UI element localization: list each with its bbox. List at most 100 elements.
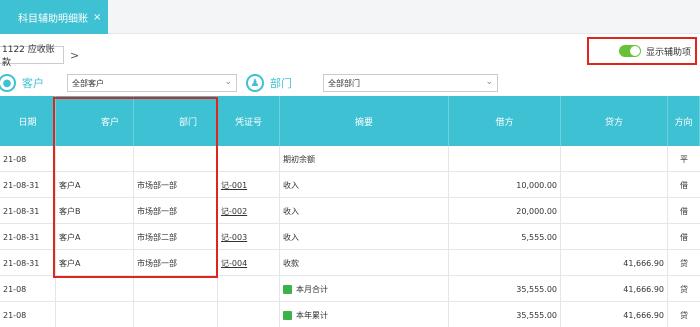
tab-subsidiary-ledger[interactable]: 科目辅助明细账 × — [0, 0, 108, 34]
cell-debit: 10,000.00 — [449, 172, 561, 198]
cell-customer: 客户B — [56, 198, 134, 224]
account-selector[interactable]: 1122 应收账款 — [0, 45, 64, 68]
cell-credit — [561, 224, 668, 250]
cell-date: 21-08-31 — [0, 250, 56, 276]
cell-date: 21-08-31 — [0, 172, 56, 198]
cell-department: 市场部二部 — [134, 224, 218, 250]
voucher-link[interactable]: 记-002 — [221, 206, 247, 217]
cell-date: 21-08 — [0, 302, 56, 327]
col-department[interactable]: 部门 — [134, 96, 218, 146]
cell-summary: 本月合计 — [280, 276, 449, 302]
cell-customer: 客户A — [56, 172, 134, 198]
tab-label: 科目辅助明细账 — [18, 13, 88, 25]
cell-summary: 收入 — [280, 224, 449, 250]
col-direction[interactable]: 方向 — [668, 96, 700, 146]
cell-voucher — [218, 146, 280, 172]
cell-customer: 客户A — [56, 224, 134, 250]
show-auxiliary-toggle[interactable] — [619, 45, 641, 57]
cell-summary: 收款 — [280, 250, 449, 276]
cell-customer: 客户A — [56, 250, 134, 276]
cell-date: 21-08-31 — [0, 198, 56, 224]
cell-customer — [56, 276, 134, 302]
cell-voucher: 记-002 — [218, 198, 280, 224]
cell-direction: 贷 — [680, 258, 688, 268]
col-voucher[interactable]: 凭证号 — [218, 96, 280, 146]
close-icon[interactable]: × — [93, 12, 101, 23]
breadcrumb: 1122 应收账款 > — [0, 45, 79, 68]
col-date[interactable]: 日期 — [0, 96, 56, 146]
department-select-value: 全部部门 — [328, 78, 360, 88]
cell-voucher: 记-004 — [218, 250, 280, 276]
customer-select-value: 全部客户 — [72, 78, 104, 88]
customer-filter: ● 客户 — [0, 72, 44, 94]
cell-debit — [449, 250, 561, 276]
show-auxiliary-toggle-group: 显示辅助项 — [587, 37, 697, 65]
cell-debit: 35,555.00 — [449, 302, 561, 327]
cell-department: 市场部一部 — [134, 172, 218, 198]
table-row[interactable]: 21-08-31 客户A 市场部一部 记-001 收入 10,000.00 借 — [0, 172, 700, 198]
cell-debit: 20,000.00 — [449, 198, 561, 224]
cell-department — [134, 276, 218, 302]
cell-direction: 贷 — [680, 310, 688, 320]
summary-text: 本月合计 — [296, 284, 328, 294]
cell-customer — [56, 146, 134, 172]
cell-voucher — [218, 302, 280, 327]
table-row[interactable]: 21-08-31 客户A 市场部一部 记-004 收款 41,666.90 贷 — [0, 250, 700, 276]
cell-debit: 5,555.00 — [449, 224, 561, 250]
cell-credit: 41,666.90 — [561, 276, 668, 302]
cell-direction: 平 — [680, 154, 688, 164]
cell-summary: 本年累计 — [280, 302, 449, 327]
customer-icon: ● — [0, 74, 16, 92]
table-row[interactable]: 21-08 本年累计 35,555.00 41,666.90 贷 — [0, 302, 700, 327]
col-customer[interactable]: 客户 — [56, 96, 134, 146]
cell-department: 市场部一部 — [134, 250, 218, 276]
cell-summary: 收入 — [280, 198, 449, 224]
cell-voucher — [218, 276, 280, 302]
chevron-down-icon: ⌄ — [224, 77, 232, 87]
tab-bar: 科目辅助明细账 × — [0, 0, 700, 34]
col-credit[interactable]: 贷方 — [561, 96, 668, 146]
cell-summary: 期初余额 — [280, 146, 449, 172]
department-select[interactable]: 全部部门 ⌄ — [323, 74, 498, 92]
ytd-total-icon — [283, 310, 292, 320]
cell-date: 21-08 — [0, 146, 56, 172]
cell-credit: 41,666.90 — [561, 250, 668, 276]
department-filter: ♟ 部门 — [246, 72, 292, 94]
cell-direction: 借 — [680, 180, 688, 190]
department-icon: ♟ — [246, 74, 264, 92]
cell-debit: 35,555.00 — [449, 276, 561, 302]
cell-debit — [449, 146, 561, 172]
cell-credit — [561, 146, 668, 172]
cell-summary: 收入 — [280, 172, 449, 198]
cell-customer — [56, 302, 134, 327]
cell-credit: 41,666.90 — [561, 302, 668, 327]
account-label: 1122 应收账款 — [2, 45, 55, 68]
table-row[interactable]: 21-08-31 客户B 市场部一部 记-002 收入 20,000.00 借 — [0, 198, 700, 224]
chevron-right-icon[interactable]: > — [70, 49, 79, 62]
cell-department: 市场部一部 — [134, 198, 218, 224]
chevron-down-icon: ⌄ — [485, 77, 493, 87]
toggle-label: 显示辅助项 — [646, 47, 692, 58]
cell-credit — [561, 172, 668, 198]
table-row[interactable]: 21-08 本月合计 35,555.00 41,666.90 贷 — [0, 276, 700, 302]
cell-voucher: 记-003 — [218, 224, 280, 250]
table-header: 日期 客户 部门 凭证号 摘要 借方 贷方 方向 — [0, 96, 700, 146]
customer-filter-label: 客户 — [22, 77, 44, 90]
cell-direction: 借 — [680, 206, 688, 216]
cell-direction: 贷 — [680, 284, 688, 294]
cell-direction: 借 — [680, 232, 688, 242]
voucher-link[interactable]: 记-004 — [221, 258, 247, 269]
col-debit[interactable]: 借方 — [449, 96, 561, 146]
cell-date: 21-08-31 — [0, 224, 56, 250]
voucher-link[interactable]: 记-001 — [221, 180, 247, 191]
customer-select[interactable]: 全部客户 ⌄ — [67, 74, 237, 92]
cell-department — [134, 146, 218, 172]
col-summary[interactable]: 摘要 — [280, 96, 449, 146]
subtotal-icon — [283, 284, 292, 294]
cell-voucher: 记-001 — [218, 172, 280, 198]
table-row[interactable]: 21-08 期初余额 平 — [0, 146, 700, 172]
department-filter-label: 部门 — [270, 77, 292, 90]
table-row[interactable]: 21-08-31 客户A 市场部二部 记-003 收入 5,555.00 借 — [0, 224, 700, 250]
cell-credit — [561, 198, 668, 224]
voucher-link[interactable]: 记-003 — [221, 232, 247, 243]
